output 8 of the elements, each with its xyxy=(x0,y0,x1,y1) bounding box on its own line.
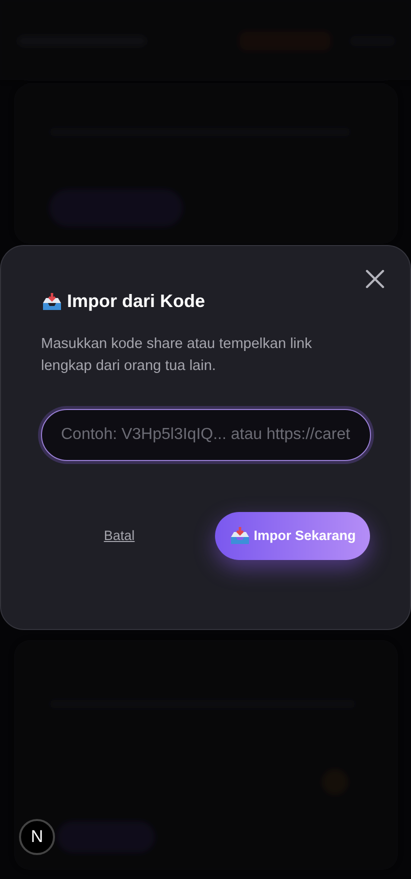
inbox-tray-icon xyxy=(228,526,251,546)
import-button[interactable]: Impor Sekarang xyxy=(214,512,370,560)
code-input-field[interactable]: Contoh: V3Hp5l3IqIQ... atau https://caret xyxy=(41,409,371,461)
dialog-title: Impor dari Kode xyxy=(67,290,206,313)
dialog-description: Masukkan kode share atau tempelkan link lengkap dari orang tua lain. xyxy=(41,335,313,376)
inbox-tray-icon xyxy=(41,292,63,312)
cancel-link[interactable]: Batal xyxy=(41,524,198,548)
dev-indicator-button[interactable]: N xyxy=(19,819,55,855)
